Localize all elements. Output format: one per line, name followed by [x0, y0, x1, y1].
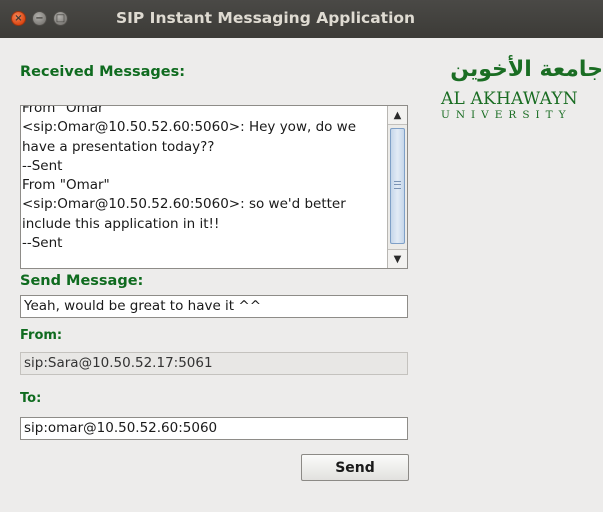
arrow-down-icon: ▼ — [393, 253, 402, 265]
to-label: To: — [20, 391, 42, 406]
from-label: From: — [20, 328, 63, 343]
received-messages-text: From "Omar" <sip:Omar@10.50.52.60:5060>:… — [22, 105, 357, 252]
sip-im-window: × − □ SIP Instant Messaging Application … — [0, 0, 603, 512]
maximize-icon: □ — [55, 12, 66, 24]
from-field: sip:Sara@10.50.52.17:5061 — [20, 352, 408, 375]
logo-arabic-text: جامعة الأخوين — [450, 57, 603, 82]
send-message-input[interactable]: Yeah, would be great to have it ^^ — [20, 295, 408, 318]
close-icon: × — [14, 12, 23, 24]
received-messages-label: Received Messages: — [20, 64, 186, 80]
arrow-up-icon: ▲ — [393, 109, 402, 121]
title-bar[interactable]: × − □ SIP Instant Messaging Application — [0, 0, 603, 38]
maximize-window-button[interactable]: □ — [53, 11, 68, 26]
logo-university-text: UNIVERSITY — [441, 109, 572, 121]
grip-icon — [394, 181, 401, 189]
logo-name-text: AL AKHAWAYN — [441, 89, 578, 109]
minimize-icon: − — [35, 12, 44, 24]
window-title: SIP Instant Messaging Application — [116, 9, 416, 27]
received-messages-scrollbar[interactable]: ▲ ▼ — [387, 106, 407, 268]
send-button[interactable]: Send — [301, 454, 409, 481]
send-message-label: Send Message: — [20, 273, 144, 289]
scroll-up-button[interactable]: ▲ — [388, 106, 407, 125]
minimize-window-button[interactable]: − — [32, 11, 47, 26]
received-messages-area[interactable]: From "Omar" <sip:Omar@10.50.52.60:5060>:… — [20, 105, 408, 269]
to-field[interactable]: sip:omar@10.50.52.60:5060 — [20, 417, 408, 440]
scroll-thumb[interactable] — [390, 128, 405, 244]
close-window-button[interactable]: × — [11, 11, 26, 26]
scroll-down-button[interactable]: ▼ — [388, 249, 407, 268]
university-logo: جامعة الأخوين AL AKHAWAYN UNIVERSITY — [441, 56, 603, 126]
